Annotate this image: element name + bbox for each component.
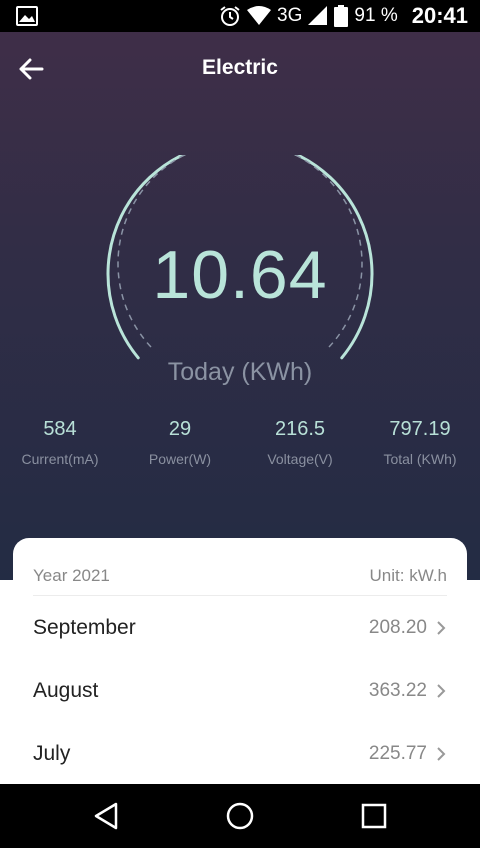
month-value: 225.77 (368, 743, 427, 764)
app-header: Electric (0, 32, 480, 106)
month-value: 208.20 (368, 617, 427, 638)
today-label: Today (KWh) (167, 358, 313, 386)
stat-label: Current(mA) (21, 451, 99, 467)
network-type: 3G (277, 5, 303, 26)
image-icon (16, 6, 38, 26)
stat-power: 29 Power(W) (120, 418, 240, 467)
wifi-icon (247, 6, 272, 25)
monthly-history-card: Year 2021 Unit: kW.h September 208.20 Au… (13, 538, 467, 774)
month-row-august[interactable]: August 363.22 (33, 666, 447, 716)
chevron-right-icon (437, 684, 446, 698)
stat-label: Voltage(V) (267, 451, 333, 467)
signal-icon (308, 6, 328, 25)
month-name: July (33, 742, 71, 765)
month-row-september[interactable]: September 208.20 (33, 603, 447, 653)
system-nav-bar (0, 784, 480, 848)
chevron-right-icon (437, 747, 446, 761)
stat-total: 797.19 Total (KWh) (360, 418, 480, 467)
status-bar: 3G 91 % 20:41 (0, 0, 480, 32)
stat-value: 216.5 (274, 418, 326, 440)
status-icons: 3G 91 % 20:41 (219, 0, 468, 32)
stat-voltage: 216.5 Voltage(V) (240, 418, 360, 467)
battery-percent: 91 % (354, 5, 398, 26)
nav-home-icon[interactable] (222, 798, 258, 834)
month-name: September (33, 616, 136, 639)
page-title: Electric (202, 56, 278, 79)
year-label: Year 2021 (33, 566, 110, 585)
clock: 20:41 (411, 3, 468, 28)
month-name: August (33, 679, 99, 702)
chevron-right-icon (437, 621, 446, 635)
card-header: Year 2021 Unit: kW.h (33, 560, 447, 596)
unit-label: Unit: kW.h (369, 566, 447, 585)
nav-back-icon[interactable] (88, 798, 124, 834)
today-value: 10.64 (152, 237, 328, 313)
nav-recents-icon[interactable] (356, 798, 392, 834)
stat-value: 584 (43, 418, 77, 440)
alarm-icon (220, 6, 240, 26)
stat-label: Power(W) (148, 451, 212, 467)
stat-current: 584 Current(mA) (0, 418, 120, 467)
stats-row: 584 Current(mA) 29 Power(W) 216.5 Voltag… (0, 418, 480, 478)
battery-icon (334, 5, 349, 27)
month-value: 363.22 (368, 680, 427, 701)
stat-value: 797.19 (389, 418, 451, 440)
month-row-july[interactable]: July 225.77 (33, 729, 447, 774)
stat-label: Total (KWh) (383, 451, 457, 467)
stat-value: 29 (168, 418, 192, 440)
